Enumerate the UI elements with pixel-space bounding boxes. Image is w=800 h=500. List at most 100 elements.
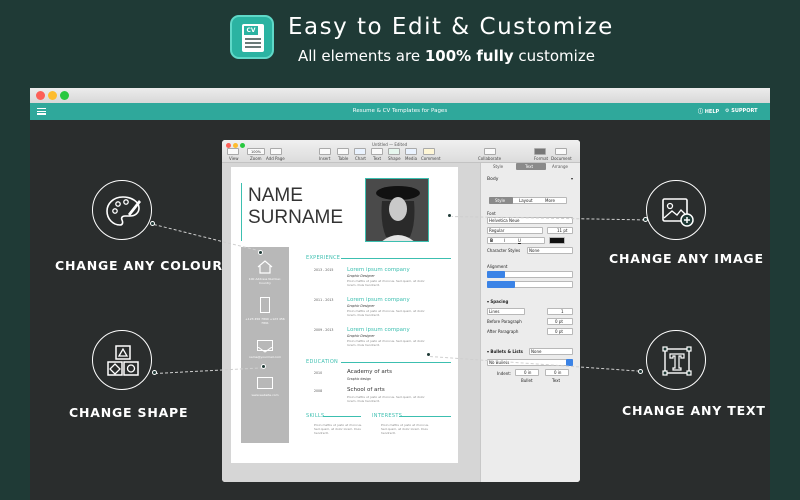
skills-rule — [323, 416, 361, 417]
name-accent-line — [241, 183, 242, 241]
profile-photo[interactable] — [365, 178, 429, 242]
bold-button[interactable]: B — [490, 238, 493, 243]
subtab-style[interactable]: Style — [495, 198, 505, 203]
view-button[interactable] — [227, 148, 239, 155]
align-left-button[interactable] — [487, 271, 505, 278]
tab-text[interactable]: Text — [525, 164, 533, 169]
chart-button[interactable] — [354, 148, 366, 155]
palette-icon — [106, 196, 141, 226]
tab-arrange[interactable]: Arrange — [552, 164, 568, 169]
education-sub: Proin mattis ut justo et rhoncus. Sed qu… — [347, 395, 425, 403]
resume-shape-dot — [261, 364, 266, 369]
text-connector-dot — [638, 369, 643, 374]
underline-button[interactable]: U — [518, 238, 521, 243]
bullets-label: ▾ Bullets & Lists — [487, 349, 523, 354]
character-styles-label: Character Styles — [487, 248, 521, 253]
job-company[interactable]: Lorem ipsum company — [347, 297, 410, 303]
skills-heading[interactable]: SKILLS — [306, 413, 324, 419]
contact-sidebar[interactable]: 100 Address Number, Country +123 456 789… — [241, 247, 289, 443]
text-style-buttons[interactable] — [487, 237, 545, 244]
job-company[interactable]: Lorem ipsum company — [347, 267, 410, 273]
education-sub: Graphic design — [347, 377, 372, 381]
interests-rule — [399, 416, 451, 417]
add-page-button[interactable] — [270, 148, 282, 155]
experience-heading[interactable]: EXPERIENCE — [306, 255, 340, 261]
home-icon — [257, 259, 273, 274]
banner-subtitle: All elements are 100% fully customize — [298, 47, 595, 65]
add-image-icon — [662, 198, 694, 227]
window-titlebar — [30, 88, 770, 103]
job-description: Proin mattis ut justo et rhoncus. Sed qu… — [347, 309, 425, 317]
minimize-button[interactable] — [48, 91, 57, 100]
alignment-label: Alignment — [487, 264, 508, 269]
close-button[interactable] — [36, 91, 45, 100]
text-button[interactable] — [371, 148, 383, 155]
support-button[interactable]: ⚙ SUPPORT — [725, 108, 758, 114]
spacing-label: ▾ Spacing — [487, 299, 509, 304]
comment-button[interactable] — [423, 148, 435, 155]
help-button[interactable]: ⓘ HELP — [698, 108, 719, 115]
subtab-more[interactable]: More — [545, 198, 555, 203]
format-button[interactable] — [534, 148, 546, 155]
text-label: Text — [373, 156, 382, 161]
education-date: 2008 — [314, 389, 323, 393]
before-paragraph-value: 0 pt — [555, 319, 563, 324]
top-align-button[interactable] — [487, 281, 515, 288]
media-button[interactable] — [405, 148, 417, 155]
interests-text: Proin mattis ut justo et rhoncus. Sed qu… — [381, 423, 430, 435]
subtab-layout[interactable]: Layout — [519, 198, 533, 203]
after-paragraph-label: After Paragraph — [487, 329, 519, 334]
after-paragraph-value: 0 pt — [555, 329, 563, 334]
character-styles-value: None — [529, 248, 540, 253]
app-toolbar: Resume & CV Templates for Pages ⓘ HELP ⚙… — [30, 103, 770, 120]
contact-website: www.website.com — [251, 393, 279, 397]
app-icon-label: CV — [244, 26, 258, 35]
job-role: Graphic Designer — [347, 274, 375, 278]
shape-callout-circle — [92, 330, 152, 390]
education-title[interactable]: School of arts — [347, 387, 385, 393]
before-paragraph-label: Before Paragraph — [487, 319, 522, 324]
job-description: Proin mattis ut justo et rhoncus. Sed qu… — [347, 279, 425, 287]
job-date: 2009 - 2013 — [314, 328, 334, 332]
view-label: View — [229, 156, 239, 161]
font-family-value: Helvetica Neue — [489, 218, 520, 223]
paragraph-style[interactable]: Body — [487, 177, 498, 182]
education-title[interactable]: Academy of arts — [347, 369, 392, 375]
job-company[interactable]: Lorem ipsum company — [347, 327, 410, 333]
document-button[interactable] — [555, 148, 567, 155]
spacing-value: 1 — [561, 309, 564, 314]
phone-icon — [260, 297, 270, 313]
document-title: Untitled — Edited — [372, 142, 408, 147]
education-heading[interactable]: EDUCATION — [306, 359, 338, 365]
change-colour-label: CHANGE ANY COLOUR — [55, 258, 223, 273]
tab-style[interactable]: Style — [493, 164, 503, 169]
resume-page[interactable]: NAME SURNAME 100 Address Number, Country … — [231, 167, 458, 463]
font-size-value: 11 pt — [557, 228, 568, 233]
contact-email: name@yourmail.com — [249, 355, 281, 359]
zoom-button[interactable] — [60, 91, 69, 100]
spacing-value-field[interactable] — [547, 308, 573, 315]
resume-name[interactable]: NAME SURNAME — [248, 185, 343, 229]
format-inspector: Style Text Arrange Body ▾ Style Layout M… — [480, 163, 580, 482]
text-tool-icon — [662, 346, 692, 376]
comment-label: Comment — [421, 156, 441, 161]
document-label: Document — [551, 156, 572, 161]
interests-heading[interactable]: INTERESTS — [372, 413, 402, 419]
pages-zoom-button[interactable] — [240, 143, 245, 148]
zoom-select[interactable]: 100% — [247, 148, 265, 155]
resume-image-dot — [447, 213, 452, 218]
document-canvas: NAME SURNAME 100 Address Number, Country … — [222, 163, 480, 482]
shape-button[interactable] — [388, 148, 400, 155]
collaborate-button[interactable] — [484, 148, 496, 155]
mail-icon — [257, 340, 273, 353]
insert-button[interactable] — [319, 148, 331, 155]
table-label: Table — [338, 156, 349, 161]
text-callout-circle — [646, 330, 706, 390]
paragraph-style-chevron-icon[interactable]: ▾ — [571, 176, 573, 181]
text-color-well[interactable] — [549, 237, 565, 244]
table-button[interactable] — [337, 148, 349, 155]
italic-button[interactable]: I — [504, 238, 505, 243]
image-callout-circle — [646, 180, 706, 240]
pages-document-window: Untitled — Edited View 100% Zoom Add Pag… — [222, 140, 580, 482]
resume-text-dot — [426, 352, 431, 357]
